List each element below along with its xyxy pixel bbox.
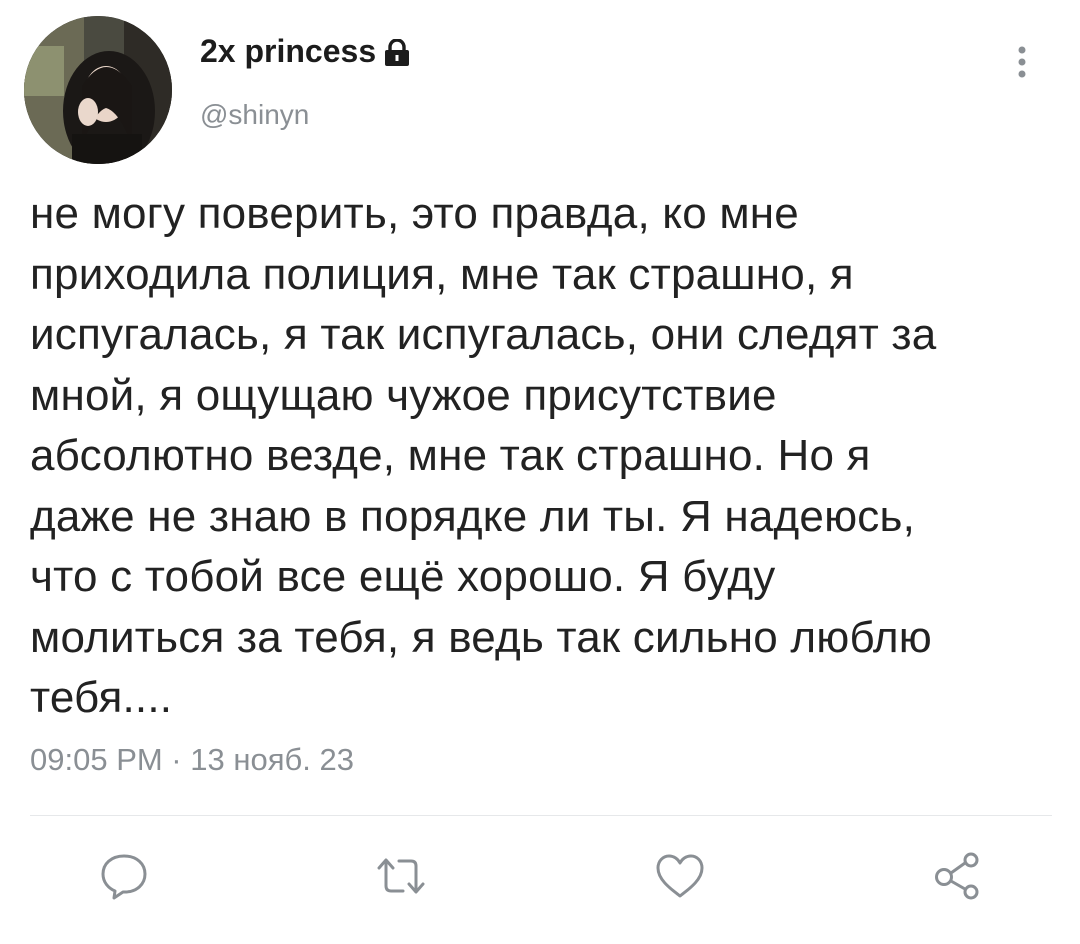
like-button[interactable] [652, 850, 708, 906]
divider [30, 815, 1052, 816]
like-icon [652, 850, 708, 907]
tweet-timestamp[interactable]: 09:05 PM · 13 нояб. 23 [30, 742, 354, 778]
share-icon [930, 850, 986, 907]
display-name-text: 2x princess [200, 33, 377, 69]
share-button[interactable] [930, 850, 986, 906]
retweet-button[interactable] [373, 850, 429, 906]
lock-icon [384, 37, 410, 66]
avatar[interactable] [24, 16, 172, 164]
retweet-icon [373, 850, 429, 907]
reply-button[interactable] [96, 850, 152, 906]
more-options-icon[interactable] [1010, 42, 1034, 82]
reply-icon [98, 850, 150, 907]
display-name[interactable]: 2x princess [200, 33, 410, 70]
user-handle[interactable]: @shinyn [200, 99, 309, 131]
tweet-text: не могу поверить, это правда, ко мне при… [30, 189, 937, 722]
